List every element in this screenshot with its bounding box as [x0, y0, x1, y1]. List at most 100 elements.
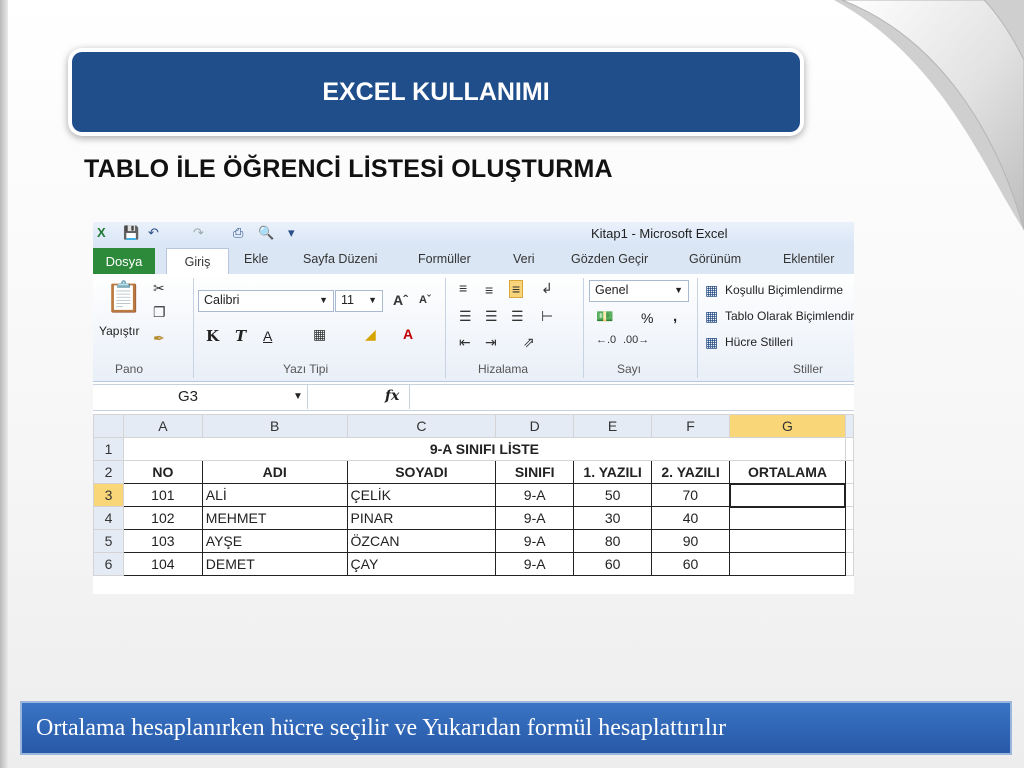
cell[interactable]	[844, 506, 854, 530]
column-header-c[interactable]: C	[346, 414, 497, 438]
italic-button[interactable]: T	[235, 327, 246, 345]
align-center-icon[interactable]: ☰	[485, 308, 498, 325]
column-header-e[interactable]: E	[573, 414, 653, 438]
cell-soyadi[interactable]: ÇELİK	[346, 483, 497, 507]
cell-no[interactable]: 102	[122, 506, 203, 530]
tab-home[interactable]: Giriş	[166, 248, 229, 275]
cell[interactable]	[844, 460, 854, 484]
customize-toolbar-icon[interactable]: ▾	[288, 225, 295, 241]
column-header-f[interactable]: F	[651, 414, 731, 438]
cell-sinifi[interactable]: 9-A	[495, 552, 575, 576]
column-header-next[interactable]	[844, 414, 854, 438]
increase-indent-icon[interactable]: ⇥	[485, 334, 497, 351]
wrap-text-icon[interactable]: ↲	[541, 280, 553, 297]
header-cell-ortalama[interactable]: ORTALAMA	[729, 460, 846, 484]
cell-sinifi[interactable]: 9-A	[495, 529, 575, 553]
cell-yazili-2[interactable]: 60	[651, 552, 731, 576]
format-as-table-button[interactable]: Tablo Olarak Biçimlendir	[725, 309, 854, 323]
row-header-5[interactable]: 5	[93, 529, 124, 553]
format-as-table-icon[interactable]: ▦	[705, 308, 718, 325]
align-right-icon[interactable]: ☰	[511, 308, 524, 325]
cut-icon[interactable]: ✂	[153, 280, 165, 297]
tab-formulas[interactable]: Formüller	[418, 252, 471, 266]
cell-styles-icon[interactable]: ▦	[705, 334, 718, 351]
align-bottom-icon[interactable]: ≡	[509, 280, 524, 298]
column-header-a[interactable]: A	[122, 414, 203, 438]
cell-styles-button[interactable]: Hücre Stilleri	[725, 335, 793, 349]
cell-soyadi[interactable]: PINAR	[346, 506, 497, 530]
fill-color-icon[interactable]: ◢	[365, 326, 376, 343]
row-header-2[interactable]: 2	[93, 460, 124, 484]
tab-insert[interactable]: Ekle	[244, 252, 268, 266]
paste-label[interactable]: Yapıştır	[99, 324, 139, 338]
format-painter-icon[interactable]: ✒	[153, 330, 165, 347]
cell-yazili-1[interactable]: 80	[573, 529, 653, 553]
name-box[interactable]: G3 ▼	[93, 385, 308, 409]
increase-decimal-icon[interactable]: ←.0	[596, 334, 616, 346]
comma-button[interactable]: ,	[673, 308, 677, 325]
cell-adi[interactable]: AYŞE	[201, 529, 348, 553]
row-header-1[interactable]: 1	[93, 437, 124, 461]
cell-ortalama[interactable]	[729, 552, 846, 576]
insert-function-icon[interactable]: fx	[385, 388, 399, 404]
tab-addins[interactable]: Eklentiler	[783, 252, 834, 266]
header-cell-sinifi[interactable]: SINIFI	[495, 460, 575, 484]
cell-adi[interactable]: DEMET	[201, 552, 348, 576]
selected-cell-g3[interactable]	[728, 482, 847, 508]
cell-no[interactable]: 103	[122, 529, 203, 553]
cell-yazili-1[interactable]: 30	[573, 506, 653, 530]
shrink-font-icon[interactable]: Aˇ	[419, 294, 431, 306]
cell-yazili-2[interactable]: 90	[651, 529, 731, 553]
grow-font-icon[interactable]: Aˆ	[393, 292, 408, 308]
cell-yazili-2[interactable]: 40	[651, 506, 731, 530]
cell[interactable]	[844, 529, 854, 553]
redo-icon[interactable]: ↷	[193, 225, 204, 241]
undo-icon[interactable]: ↶	[148, 225, 159, 241]
merge-center-icon[interactable]: ⊢	[541, 308, 553, 325]
cell-soyadi[interactable]: ÖZCAN	[346, 529, 497, 553]
row-header-4[interactable]: 4	[93, 506, 124, 530]
align-middle-icon[interactable]: ≡	[485, 282, 493, 298]
tab-view[interactable]: Görünüm	[689, 252, 741, 266]
orientation-icon[interactable]: ⇗	[523, 334, 535, 351]
cell[interactable]	[844, 483, 854, 507]
formula-input[interactable]	[413, 387, 850, 407]
tab-review[interactable]: Gözden Geçir	[571, 252, 648, 266]
cell-adi[interactable]: ALİ	[201, 483, 348, 507]
cell-soyadi[interactable]: ÇAY	[346, 552, 497, 576]
number-format-select[interactable]: Genel ▼	[589, 280, 689, 302]
paste-icon[interactable]: 📋	[105, 280, 142, 315]
align-left-icon[interactable]: ☰	[459, 308, 472, 325]
row-header-3[interactable]: 3	[93, 483, 124, 507]
cell-ortalama[interactable]	[729, 506, 846, 530]
header-cell-yazili-2[interactable]: 2. YAZILI	[651, 460, 731, 484]
print-icon[interactable]: ⎙	[233, 225, 243, 241]
tab-file[interactable]: Dosya	[93, 248, 155, 274]
bold-button[interactable]: K	[206, 327, 219, 345]
column-header-g[interactable]: G	[729, 414, 846, 438]
select-all-corner[interactable]	[93, 414, 124, 438]
cell-yazili-2[interactable]: 70	[651, 483, 731, 507]
header-cell-soyadi[interactable]: SOYADI	[346, 460, 497, 484]
tab-page-layout[interactable]: Sayfa Düzeni	[303, 252, 377, 266]
cell-ortalama[interactable]	[729, 529, 846, 553]
column-header-b[interactable]: B	[201, 414, 348, 438]
decrease-decimal-icon[interactable]: .00→	[623, 334, 649, 346]
cell[interactable]	[844, 552, 854, 576]
align-top-icon[interactable]: ≡	[459, 280, 467, 296]
header-cell-no[interactable]: NO	[122, 460, 203, 484]
save-icon[interactable]: 💾	[123, 225, 139, 241]
row-header-6[interactable]: 6	[93, 552, 124, 576]
font-size-select[interactable]: 11 ▼	[335, 290, 383, 312]
cell-sinifi[interactable]: 9-A	[495, 483, 575, 507]
underline-button[interactable]: A	[263, 328, 272, 344]
cell-adi[interactable]: MEHMET	[201, 506, 348, 530]
header-cell-adi[interactable]: ADI	[201, 460, 348, 484]
cell[interactable]	[844, 437, 854, 461]
cell-no[interactable]: 104	[122, 552, 203, 576]
font-color-icon[interactable]: A	[403, 326, 413, 342]
copy-icon[interactable]: ❐	[153, 304, 166, 321]
percent-button[interactable]: %	[641, 310, 653, 326]
conditional-formatting-icon[interactable]: ▦	[705, 282, 718, 299]
currency-icon[interactable]: 💵	[596, 308, 613, 325]
